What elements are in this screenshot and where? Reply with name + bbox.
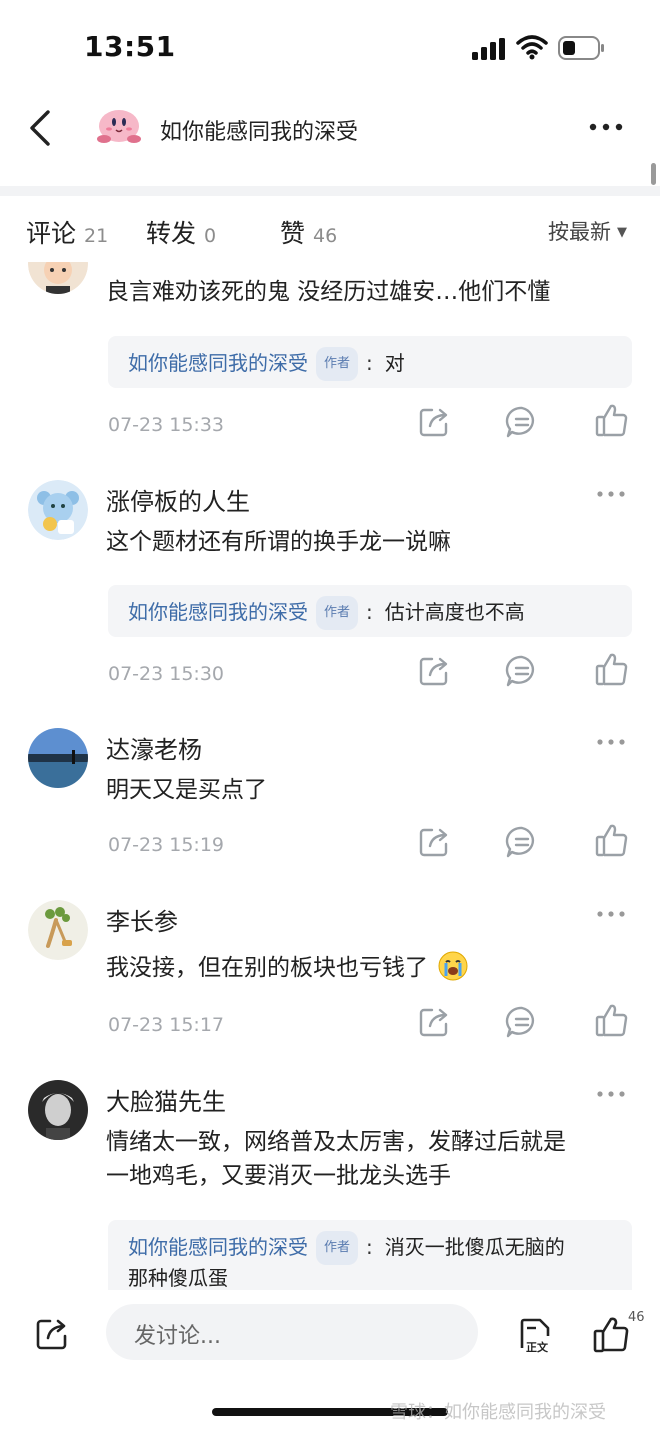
comment-time: 07-23 15:19: [108, 834, 225, 856]
reply-line: 如你能感同我的深受 作者: 对: [128, 347, 405, 381]
comment-text: 明天又是买点了: [106, 777, 267, 803]
like-icon[interactable]: [594, 822, 630, 858]
more-options-icon[interactable]: [596, 488, 626, 500]
author-badge: 作者: [316, 347, 359, 381]
comment-time: 07-23 15:30: [108, 663, 225, 685]
tab-count: 21: [84, 225, 109, 247]
reply-icon[interactable]: [504, 653, 540, 689]
like-icon[interactable]: [594, 1002, 630, 1038]
caret-down-icon: ▼: [617, 225, 627, 240]
watermark: 雪球：如你能感同我的深受: [390, 1402, 606, 1423]
commenter-avatar[interactable]: [28, 1080, 88, 1140]
status-time: 13:51: [84, 30, 176, 63]
reply-icon[interactable]: [504, 1004, 540, 1040]
comment-time: 07-23 15:33: [108, 414, 225, 436]
author-avatar[interactable]: [96, 106, 142, 146]
commenter-name[interactable]: 大脸猫先生: [106, 1082, 226, 1117]
comment-time: 07-23 15:17: [108, 1014, 225, 1036]
like-icon[interactable]: [594, 651, 630, 687]
comment-text-line: 情绪太一致，网络普及太厉害，发酵过后就是: [106, 1129, 566, 1155]
sort-label: 按最新: [548, 220, 611, 244]
more-options-icon[interactable]: [596, 736, 626, 748]
tab-reposts[interactable]: 转发 0: [146, 214, 216, 250]
tab-likes[interactable]: 赞 46: [280, 214, 337, 250]
back-button[interactable]: [24, 106, 60, 150]
crying-emoji-icon: [438, 951, 468, 981]
comment-input[interactable]: 发讨论...: [106, 1304, 478, 1360]
more-options-icon[interactable]: [586, 112, 626, 142]
like-icon[interactable]: [592, 1314, 632, 1354]
like-count: 46: [628, 1310, 645, 1325]
comment-text: 良言难劝该死的鬼 没经历过雄安…他们不懂: [106, 279, 551, 305]
battery-icon: [558, 36, 604, 60]
reply-text: 那种傻瓜蛋: [128, 1266, 228, 1290]
comment-input-placeholder: 发讨论...: [134, 1324, 221, 1349]
reply-box[interactable]: 如你能感同我的深受 作者: 对: [108, 336, 632, 388]
commenter-avatar[interactable]: [28, 900, 88, 960]
share-icon[interactable]: [416, 404, 452, 440]
comment-text-line: 一地鸡毛，又要消灭一批龙头选手: [106, 1163, 451, 1189]
reply-author[interactable]: 如你能感同我的深受: [128, 1235, 308, 1259]
commenter-name[interactable]: 涨停板的人生: [106, 482, 250, 517]
bottom-bar: 发讨论... 正文 46 雪球：如你能感同我的深受: [0, 1290, 660, 1431]
tab-comments[interactable]: 评论 21: [26, 214, 108, 250]
reply-text: 对: [384, 351, 405, 375]
comment-text: 这个题材还有所谓的换手龙一说嘛: [106, 529, 451, 555]
more-options-icon[interactable]: [596, 908, 626, 920]
reply-icon[interactable]: [504, 824, 540, 860]
author-badge: 作者: [316, 1231, 359, 1265]
comment-list: 良言难劝该死的鬼 没经历过雄安…他们不懂 如你能感同我的深受 作者: 对 07-23…: [0, 262, 660, 1290]
tab-count: 0: [204, 225, 217, 247]
commenter-avatar[interactable]: [28, 480, 88, 540]
tab-label: 赞: [280, 219, 306, 248]
reply-colon: :: [366, 600, 373, 624]
reply-box[interactable]: 如你能感同我的深受 作者: 消灭一批傻瓜无脑的 那种傻瓜蛋: [108, 1220, 632, 1290]
page-title[interactable]: 如你能感同我的深受: [160, 114, 358, 146]
tab-count: 46: [313, 225, 338, 247]
reply-icon[interactable]: [504, 404, 540, 440]
reply-colon: :: [366, 1235, 373, 1259]
share-icon[interactable]: [416, 824, 452, 860]
share-icon[interactable]: [416, 653, 452, 689]
section-divider: [0, 186, 660, 196]
share-icon[interactable]: [416, 1004, 452, 1040]
reply-text: 消灭一批傻瓜无脑的: [384, 1235, 565, 1259]
reply-author[interactable]: 如你能感同我的深受: [128, 351, 308, 375]
comment-text: 我没接，但在别的板块也亏钱了: [106, 950, 469, 986]
reply-line: 如你能感同我的深受 作者: 估计高度也不高: [128, 596, 525, 630]
commenter-avatar[interactable]: [28, 262, 88, 294]
author-badge: 作者: [316, 596, 359, 630]
like-icon[interactable]: [594, 402, 630, 438]
text-view-icon[interactable]: 正文: [516, 1316, 554, 1354]
scroll-indicator[interactable]: [651, 163, 656, 185]
more-options-icon[interactable]: [596, 1088, 626, 1100]
reply-box[interactable]: 如你能感同我的深受 作者: 估计高度也不高: [108, 585, 632, 637]
wifi-icon: [516, 35, 548, 60]
commenter-name[interactable]: 达濠老杨: [106, 730, 202, 765]
commenter-name[interactable]: 李长参: [106, 902, 178, 937]
commenter-avatar[interactable]: [28, 728, 88, 788]
tab-label: 转发: [146, 219, 197, 248]
reply-line: 那种傻瓜蛋: [128, 1263, 228, 1290]
signal-icon: [472, 38, 505, 60]
nav-bar: 如你能感同我的深受: [0, 90, 660, 170]
sort-dropdown[interactable]: 按最新 ▼: [548, 216, 627, 246]
tab-label: 评论: [26, 219, 77, 248]
share-icon[interactable]: [34, 1316, 70, 1352]
reply-colon: :: [366, 351, 373, 375]
svg-text:正文: 正文: [526, 1340, 549, 1354]
reply-text: 估计高度也不高: [384, 600, 525, 624]
reply-author[interactable]: 如你能感同我的深受: [128, 600, 308, 624]
tabs-bar: 评论 21 转发 0 赞 46 按最新 ▼: [0, 196, 660, 262]
reply-line: 如你能感同我的深受 作者: 消灭一批傻瓜无脑的: [128, 1231, 565, 1265]
comment-text-content: 我没接，但在别的板块也亏钱了: [106, 955, 428, 981]
status-bar: 13:51: [0, 0, 660, 90]
